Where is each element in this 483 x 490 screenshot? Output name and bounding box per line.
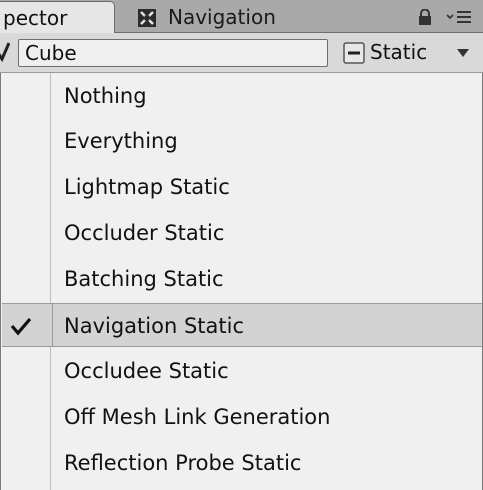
checkmark-icon bbox=[10, 317, 32, 336]
menu-item-nothing[interactable]: Nothing bbox=[2, 74, 482, 118]
object-header: Cube Static bbox=[0, 33, 483, 73]
chevron-down-icon[interactable] bbox=[456, 48, 470, 58]
object-name-field[interactable]: Cube bbox=[18, 39, 328, 67]
menu-icon[interactable] bbox=[446, 9, 472, 25]
menu-item-lightmap-static[interactable]: Lightmap Static bbox=[2, 165, 482, 209]
menu-item-batching-static[interactable]: Batching Static bbox=[2, 257, 482, 301]
menu-item-label: Reflection Probe Static bbox=[64, 451, 302, 475]
static-mixed-checkbox-icon[interactable] bbox=[343, 42, 365, 64]
menu-item-label: Everything bbox=[64, 129, 178, 153]
static-flags-dropdown: Nothing Everything Lightmap Static Occlu… bbox=[0, 73, 483, 490]
menu-item-navigation-static[interactable]: Navigation Static bbox=[2, 303, 482, 347]
menu-item-label: Occludee Static bbox=[64, 359, 229, 383]
tab-navigation[interactable]: Navigation bbox=[124, 1, 324, 33]
tab-inspector[interactable]: pector bbox=[0, 1, 115, 33]
menu-item-label: Navigation Static bbox=[64, 314, 244, 338]
static-label[interactable]: Static bbox=[370, 38, 427, 66]
active-checkbox-icon[interactable] bbox=[0, 41, 10, 63]
menu-item-label: Nothing bbox=[64, 84, 147, 108]
menu-item-label: Occluder Static bbox=[64, 221, 225, 245]
lock-icon[interactable] bbox=[418, 9, 432, 25]
tab-bar: pector Navigation bbox=[0, 0, 483, 33]
menu-item-everything[interactable]: Everything bbox=[2, 119, 482, 163]
menu-item-occludee-static[interactable]: Occludee Static bbox=[2, 349, 482, 393]
menu-item-occluder-static[interactable]: Occluder Static bbox=[2, 211, 482, 255]
navigation-icon bbox=[138, 9, 156, 27]
menu-item-label: Lightmap Static bbox=[64, 175, 230, 199]
menu-item-label: Off Mesh Link Generation bbox=[64, 405, 331, 429]
selected-row-divider bbox=[52, 303, 53, 347]
menu-item-off-mesh-link-generation[interactable]: Off Mesh Link Generation bbox=[2, 395, 482, 439]
menu-item-label: Batching Static bbox=[64, 267, 224, 291]
menu-item-reflection-probe-static[interactable]: Reflection Probe Static bbox=[2, 441, 482, 485]
tab-navigation-label: Navigation bbox=[168, 5, 276, 29]
tab-inspector-label: pector bbox=[3, 6, 68, 30]
